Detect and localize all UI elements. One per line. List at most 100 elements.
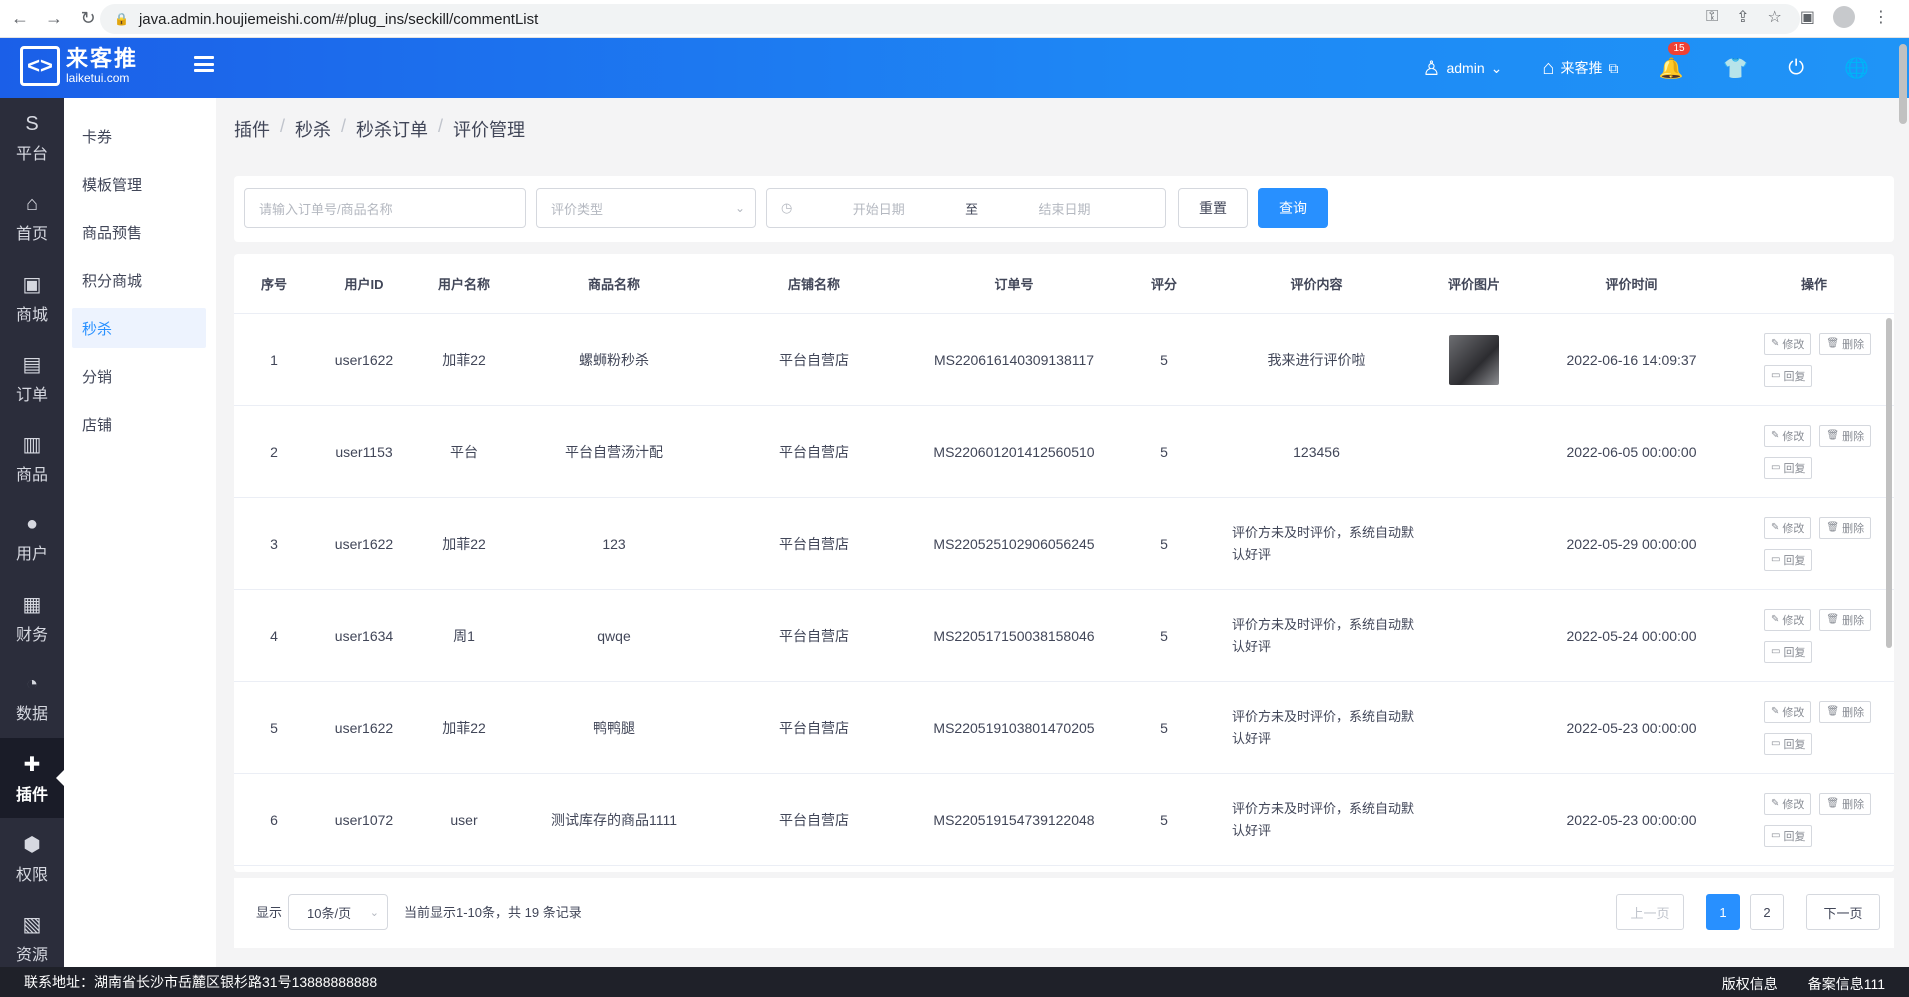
sub-item-stores[interactable]: 店铺	[72, 404, 206, 444]
end-date[interactable]: 结束日期	[1039, 199, 1091, 218]
star-icon[interactable]: ☆	[1768, 7, 1782, 27]
nav-permissions[interactable]: ⬢ 权限	[0, 818, 64, 898]
search-input[interactable]: 请输入订单号/商品名称	[244, 188, 526, 228]
page-scrollbar[interactable]	[1899, 44, 1907, 124]
page-size-select[interactable]: 10条/页 ⌄	[288, 894, 388, 930]
row-goods-name: 螺蛳粉秒杀	[579, 351, 649, 368]
address-bar[interactable]: 🔒 java.admin.houjiemeishi.com/#/plug_ins…	[100, 4, 1800, 34]
comment-table: 序号 用户ID 用户名称 商品名称 店铺名称 订单号 评分 评价内容 评价图片 …	[234, 254, 1894, 872]
comment-type-select[interactable]: 评价类型 ⌄	[536, 188, 756, 228]
notification-badge: 15	[1668, 41, 1690, 55]
browser-toolbar: ← → ↻ 🔒 java.admin.houjiemeishi.com/#/pl…	[0, 0, 1909, 38]
page-1-button[interactable]: 1	[1706, 894, 1740, 930]
edit-button[interactable]: ✎ 修改	[1764, 332, 1812, 355]
sub-item-coupons[interactable]: 卡券	[72, 116, 206, 156]
row-goods-name: 鸭鸭腿	[593, 719, 635, 736]
prev-page-button[interactable]: 上一页	[1616, 894, 1684, 930]
row-content: 评价方未及时评价，系统自动默认好评	[1232, 800, 1415, 838]
breadcrumb-seckill-orders[interactable]: 秒杀订单	[356, 116, 428, 142]
notifications[interactable]: 🔔 15	[1658, 41, 1690, 81]
row-actions: ✎ 修改 🗑 删除 ▭ 回复	[1734, 516, 1894, 571]
edit-button[interactable]: ✎ 修改	[1764, 516, 1812, 539]
comment-image[interactable]	[1449, 334, 1499, 385]
delete-button[interactable]: 🗑 删除	[1819, 792, 1872, 815]
table-scrollbar[interactable]	[1886, 318, 1892, 648]
back-icon[interactable]: ←	[6, 5, 34, 33]
row-score: 5	[1160, 535, 1168, 552]
reply-button[interactable]: ▭ 回复	[1764, 824, 1813, 847]
delete-button[interactable]: 🗑 删除	[1819, 332, 1872, 355]
row-time: 2022-05-24 00:00:00	[1566, 627, 1697, 644]
sub-item-templates[interactable]: 模板管理	[72, 164, 206, 204]
user-menu[interactable]: ♙ admin ⌄	[1423, 56, 1503, 81]
mall-icon: ▣	[22, 273, 42, 296]
platform-icon: S	[25, 112, 39, 135]
sidebar-toggle-icon[interactable]: ▣	[1800, 7, 1815, 27]
row-content: 评价方未及时评价，系统自动默认好评	[1232, 616, 1415, 654]
breadcrumb: 插件 / 秒杀 / 秒杀订单 / 评价管理	[234, 116, 526, 142]
reply-button[interactable]: ▭ 回复	[1764, 732, 1813, 755]
nav-data[interactable]: ◔ 数据	[0, 658, 64, 738]
footer-copyright[interactable]: 版权信息	[1722, 974, 1778, 994]
more-icon[interactable]: ⋮	[1873, 7, 1889, 27]
theme-button[interactable]: 👕	[1723, 56, 1748, 81]
footer-icp[interactable]: 备案信息111	[1808, 974, 1885, 994]
shop-link[interactable]: ⌂ 来客推 ⧉	[1542, 57, 1618, 80]
date-range-picker[interactable]: ◷ 开始日期 至 结束日期	[766, 188, 1166, 228]
pagination: 显示 10条/页 ⌄ 当前显示1-10条，共 19 条记录 上一页 1 2 下一…	[234, 878, 1894, 948]
edit-button[interactable]: ✎ 修改	[1764, 700, 1812, 723]
nav-users[interactable]: ● 用户	[0, 498, 64, 578]
edit-button[interactable]: ✎ 修改	[1764, 608, 1812, 631]
nav-orders[interactable]: ▤ 订单	[0, 338, 64, 418]
nav-platform[interactable]: S 平台	[0, 98, 64, 178]
delete-button[interactable]: 🗑 删除	[1819, 608, 1872, 631]
nav-mall[interactable]: ▣ 商城	[0, 258, 64, 338]
nav-finance[interactable]: ▦ 财务	[0, 578, 64, 658]
breadcrumb-seckill[interactable]: 秒杀	[295, 116, 331, 142]
nav-plugins[interactable]: ✚ 插件	[0, 738, 64, 818]
logo-en: laiketui.com	[66, 71, 130, 85]
sub-item-presale[interactable]: 商品预售	[72, 212, 206, 252]
delete-button[interactable]: 🗑 删除	[1819, 516, 1872, 539]
reply-button[interactable]: ▭ 回复	[1764, 548, 1813, 571]
menu-toggle-icon[interactable]	[194, 56, 214, 72]
col-user-id: 用户ID	[344, 277, 384, 292]
row-order-no: MS220519154739122048	[933, 811, 1095, 828]
reply-button[interactable]: ▭ 回复	[1764, 456, 1813, 479]
forward-icon[interactable]: →	[40, 5, 68, 33]
sub-item-seckill[interactable]: 秒杀	[72, 308, 206, 348]
reply-button[interactable]: ▭ 回复	[1764, 364, 1813, 387]
row-order-no: MS220601201412560510	[933, 443, 1095, 460]
query-button[interactable]: 查询	[1258, 188, 1328, 228]
edit-button[interactable]: ✎ 修改	[1764, 792, 1812, 815]
date-range-separator: 至	[965, 201, 979, 217]
delete-button[interactable]: 🗑 删除	[1819, 700, 1872, 723]
puzzle-icon: ✚	[23, 753, 41, 776]
nav-resources[interactable]: ▧ 资源	[0, 898, 64, 978]
key-icon[interactable]: ⚿	[1706, 8, 1718, 26]
edit-icon: ✎	[1771, 522, 1780, 533]
delete-button[interactable]: 🗑 删除	[1819, 424, 1872, 447]
profile-avatar[interactable]	[1833, 6, 1855, 28]
globe-icon: 🌐	[1844, 57, 1869, 80]
sub-item-distribution[interactable]: 分销	[72, 356, 206, 396]
next-page-button[interactable]: 下一页	[1806, 894, 1880, 930]
edit-button[interactable]: ✎ 修改	[1764, 424, 1812, 447]
reload-icon[interactable]: ↻	[74, 5, 102, 33]
row-user-name: 加菲22	[442, 351, 486, 368]
start-date[interactable]: 开始日期	[853, 199, 905, 218]
nav-home[interactable]: ⌂ 首页	[0, 178, 64, 258]
share-icon[interactable]: ⇪	[1736, 7, 1749, 27]
breadcrumb-plugins[interactable]: 插件	[234, 116, 270, 142]
sub-item-points-mall[interactable]: 积分商城	[72, 260, 206, 300]
page-2-button[interactable]: 2	[1750, 894, 1784, 930]
reset-button[interactable]: 重置	[1178, 188, 1248, 228]
nav-goods[interactable]: ▥ 商品	[0, 418, 64, 498]
col-content: 评价内容	[1290, 277, 1343, 292]
language-button[interactable]: 🌐	[1844, 56, 1869, 81]
logout-button[interactable]: ⏻	[1788, 57, 1804, 80]
lock-icon: 🔒	[114, 12, 129, 26]
trash-icon: 🗑	[1826, 338, 1840, 349]
reply-button[interactable]: ▭ 回复	[1764, 640, 1813, 663]
logo[interactable]: <> 来客推 laiketui.com	[20, 46, 138, 86]
